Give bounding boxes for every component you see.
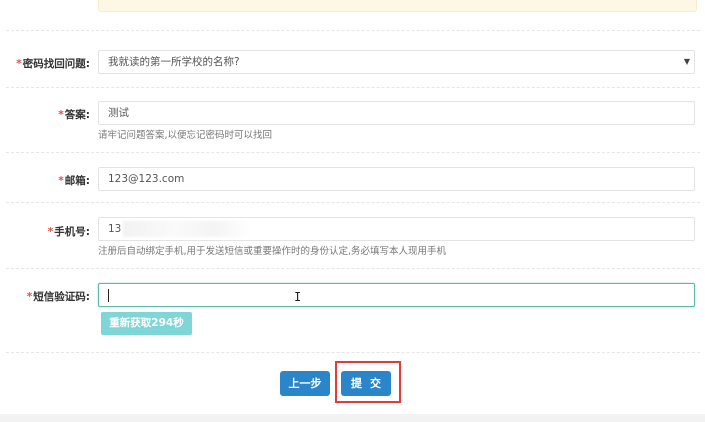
phone-value: 13 [108, 223, 122, 235]
phone-label: *手机号: [47, 226, 90, 238]
submit-highlight-box [335, 361, 401, 403]
email-field[interactable]: 123@123.com [98, 167, 695, 191]
ibeam-cursor-icon: I [294, 290, 302, 304]
divider [6, 352, 700, 353]
prev-step-button[interactable]: 上一步 [280, 371, 330, 396]
security-question-label: *密码找回问题: [16, 58, 90, 70]
divider [6, 87, 700, 88]
divider [6, 30, 700, 31]
redacted-blur [123, 221, 254, 237]
phone-help-text: 注册后自动绑定手机,用于发送短信或重要操作时的身份认定,务必填写本人现用手机 [98, 246, 447, 257]
email-value: 123@123.com [108, 173, 185, 185]
notice-box [98, 0, 697, 12]
chevron-down-icon: ▼ [683, 57, 690, 66]
answer-input[interactable]: 测试 [98, 101, 695, 125]
sms-code-input[interactable] [98, 283, 695, 307]
bottom-bar [0, 414, 705, 422]
phone-field[interactable]: 13 [98, 217, 695, 241]
sms-code-label: *短信验证码: [26, 291, 90, 303]
answer-value: 测试 [108, 107, 129, 119]
security-question-select[interactable]: 我就读的第一所学校的名称? ▼ [98, 50, 695, 74]
divider [6, 152, 700, 153]
resend-code-button[interactable]: 重新获取294秒 [101, 312, 192, 335]
email-label: *邮箱: [58, 175, 90, 187]
registration-form-page: *密码找回问题: 我就读的第一所学校的名称? ▼ *答案: 测试 请牢记问题答案… [0, 0, 705, 422]
divider [6, 202, 700, 203]
answer-label: *答案: [58, 109, 90, 121]
answer-help-text: 请牢记问题答案,以便忘记密码时可以找回 [98, 130, 273, 141]
security-question-value: 我就读的第一所学校的名称? [108, 56, 240, 68]
divider [6, 268, 700, 269]
text-cursor [108, 289, 109, 302]
